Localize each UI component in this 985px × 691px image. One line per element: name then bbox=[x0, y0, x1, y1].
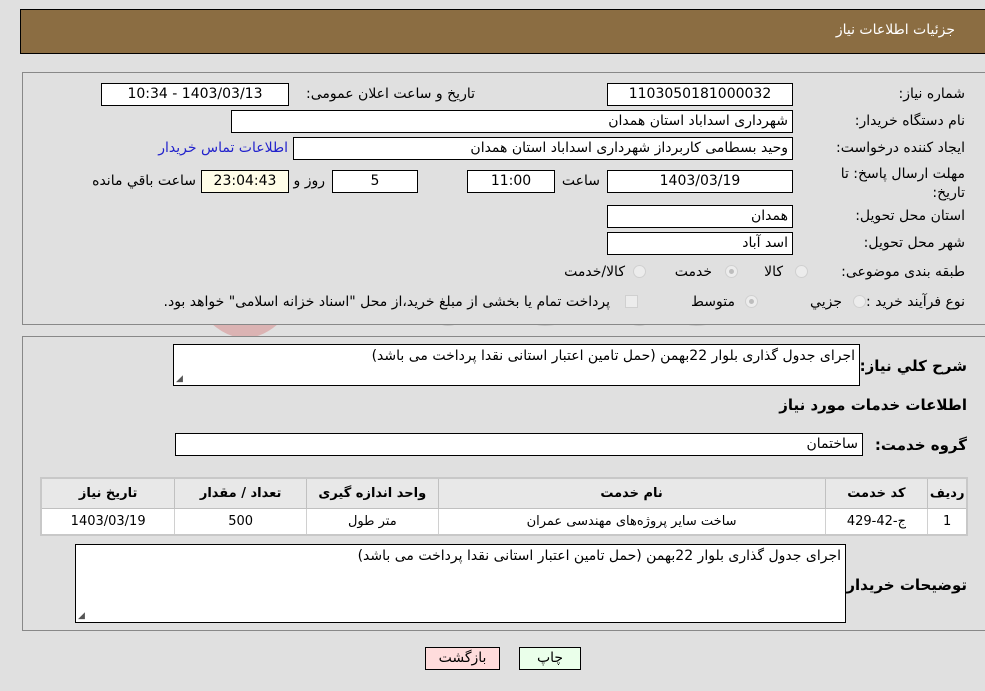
services-table: ردیف کد خدمت نام خدمت واحد اندازه گیری ت… bbox=[40, 477, 968, 536]
remaining-time-field: 23:04:43 bbox=[201, 170, 289, 193]
cell-row-number: 1 bbox=[927, 507, 968, 536]
back-button[interactable]: بازگشت bbox=[425, 647, 500, 670]
col-row-number: ردیف bbox=[927, 477, 968, 509]
treasury-payment-note: پرداخت تمام یا بخشی از مبلغ خرید،از محل … bbox=[163, 294, 610, 310]
col-service-name: نام خدمت bbox=[437, 477, 826, 509]
deadline-time-label: ساعت bbox=[561, 173, 600, 189]
category-radio-service[interactable] bbox=[725, 265, 738, 278]
cell-unit: متر طول bbox=[305, 507, 439, 536]
page-header: جزئیات اطلاعات نیاز bbox=[20, 9, 985, 54]
creator-field: وحید بسطامی کاربرداز شهرداری اسداباد است… bbox=[293, 137, 793, 160]
deadline-date-field: 1403/03/19 bbox=[607, 170, 793, 193]
summary-textarea[interactable]: اجرای جدول گذاری بلوار 22بهمن (حمل تامین… bbox=[173, 344, 860, 386]
category-option-service: خدمت bbox=[674, 264, 712, 280]
table-header-row: ردیف کد خدمت نام خدمت واحد اندازه گیری ت… bbox=[40, 477, 968, 509]
buyer-notes-textarea[interactable]: اجرای جدول گذاری بلوار 22بهمن (حمل تامین… bbox=[75, 544, 846, 623]
days-remaining-field: 5 bbox=[332, 170, 418, 193]
cell-service-code: ج-42-429 bbox=[824, 507, 929, 536]
deadline-label: مهلت ارسال پاسخ: تا تاریخ: bbox=[840, 166, 965, 201]
process-option-minor: جزيي bbox=[810, 294, 842, 310]
city-label: شهر محل تحویل: bbox=[863, 235, 965, 251]
creator-label: ایجاد کننده درخواست: bbox=[836, 140, 965, 156]
treasury-payment-checkbox[interactable] bbox=[625, 295, 638, 308]
category-radio-goods-service[interactable] bbox=[633, 265, 646, 278]
announce-date-field: 1403/03/13 - 10:34 bbox=[101, 83, 289, 106]
buyer-notes-label: توضیحات خریدار: bbox=[840, 576, 967, 594]
page-title: جزئیات اطلاعات نیاز bbox=[835, 22, 955, 38]
cell-need-date: 1403/03/19 bbox=[40, 507, 176, 536]
deadline-time-field: 11:00 bbox=[467, 170, 555, 193]
process-radio-minor[interactable] bbox=[853, 295, 866, 308]
days-label: روز و bbox=[293, 173, 326, 189]
buyer-org-label: نام دستگاه خریدار: bbox=[854, 113, 965, 129]
process-option-medium: متوسط bbox=[691, 294, 735, 310]
need-number-field: 1103050181000032 bbox=[607, 83, 793, 106]
col-unit: واحد اندازه گیری bbox=[305, 477, 439, 509]
process-radio-medium[interactable] bbox=[745, 295, 758, 308]
summary-text: اجرای جدول گذاری بلوار 22بهمن (حمل تامین… bbox=[371, 348, 855, 364]
buyer-org-field: شهرداری اسداباد استان همدان bbox=[231, 110, 793, 133]
announce-date-label: تاریخ و ساعت اعلان عمومی: bbox=[306, 86, 475, 102]
services-heading: اطلاعات خدمات مورد نیاز bbox=[779, 396, 967, 414]
summary-label: شرح كلي نياز: bbox=[859, 357, 967, 375]
resize-grip-icon[interactable]: ◢ bbox=[176, 374, 183, 384]
service-group-label: گروه خدمت: bbox=[874, 436, 967, 454]
city-field: اسد آباد bbox=[607, 232, 793, 255]
need-number-label: شماره نیاز: bbox=[898, 86, 966, 102]
col-quantity: تعداد / مقدار bbox=[174, 477, 307, 509]
resize-grip-icon[interactable]: ◢ bbox=[78, 611, 85, 621]
category-radio-goods[interactable] bbox=[795, 265, 808, 278]
category-option-goods-service: کالا/خدمت bbox=[564, 264, 625, 280]
print-button[interactable]: چاپ bbox=[519, 647, 581, 670]
remaining-time-label: ساعت باقي مانده bbox=[92, 173, 196, 189]
table-row: 1 ج-42-429 ساخت سایر پروژه‌های مهندسی عم… bbox=[40, 507, 968, 536]
buyer-contact-link[interactable]: اطلاعات تماس خریدار bbox=[158, 140, 288, 156]
cell-service-name: ساخت سایر پروژه‌های مهندسی عمران bbox=[437, 507, 826, 536]
service-group-field: ساختمان bbox=[175, 433, 863, 456]
cell-quantity: 500 bbox=[174, 507, 307, 536]
buyer-notes-text: اجرای جدول گذاری بلوار 22بهمن (حمل تامین… bbox=[357, 548, 841, 564]
col-service-code: کد خدمت bbox=[824, 477, 929, 509]
category-label: طبقه بندی موضوعی: bbox=[841, 264, 965, 280]
category-option-goods: کالا bbox=[764, 264, 783, 280]
province-field: همدان bbox=[607, 205, 793, 228]
process-label: نوع فرآیند خرید : bbox=[866, 294, 965, 310]
col-need-date: تاریخ نیاز bbox=[40, 477, 176, 509]
province-label: استان محل تحویل: bbox=[855, 208, 965, 224]
